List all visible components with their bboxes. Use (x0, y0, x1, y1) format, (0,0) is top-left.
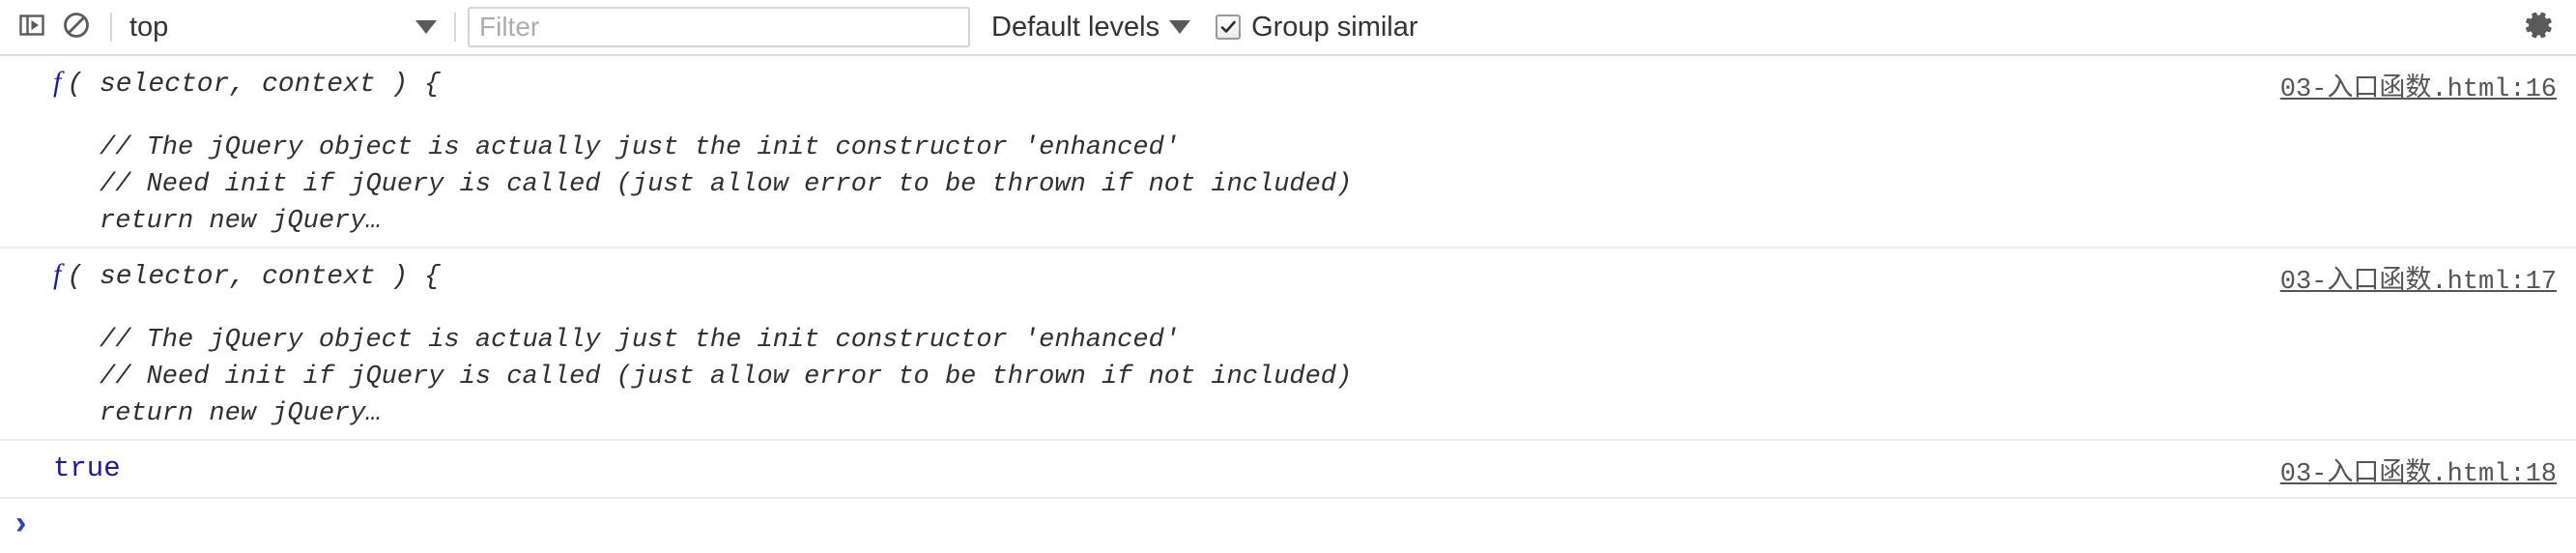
console-log-entry[interactable]: true 03-入口函数.html:18 (0, 441, 2576, 499)
log-level-label: Default levels (991, 11, 1160, 43)
toolbar-divider-1 (110, 13, 112, 42)
group-similar-toggle[interactable]: Group similar (1216, 8, 1418, 46)
function-signature: ( selector, context ) { (67, 262, 441, 292)
group-similar-checkbox[interactable] (1216, 15, 1242, 40)
body-spacer (100, 297, 2576, 322)
source-link[interactable]: 03-入口函数.html:17 (2280, 258, 2557, 297)
toolbar-divider-2 (454, 13, 456, 42)
chevron-down-icon (1169, 20, 1191, 34)
function-marker: f (53, 258, 62, 290)
console-log-entry[interactable]: f( selector, context ) { // The jQuery o… (0, 56, 2576, 248)
function-body-line: return new jQuery… (100, 399, 382, 428)
console-toolbar: top Default levels Group similar (0, 0, 2576, 56)
body-spacer (100, 104, 2576, 130)
checkmark-icon (1220, 20, 1236, 33)
prompt-chevron-icon: › (15, 505, 27, 541)
gear-icon (2523, 9, 2556, 46)
function-marker: f (53, 66, 62, 98)
execution-context-label: top (129, 11, 169, 43)
clear-console-icon (62, 11, 91, 44)
source-link[interactable]: 03-入口函数.html:18 (2280, 451, 2557, 489)
group-similar-label: Group similar (1251, 11, 1418, 43)
console-sidebar-toggle-button[interactable] (10, 5, 54, 49)
log-level-selector[interactable]: Default levels (991, 8, 1191, 46)
console-prompt-row[interactable]: › (0, 499, 2576, 553)
function-body-line: // The jQuery object is actually just th… (100, 133, 1180, 162)
clear-console-button[interactable] (54, 5, 99, 49)
console-settings-button[interactable] (2518, 6, 2561, 48)
console-sidebar-icon (18, 12, 45, 44)
console-function-preview[interactable]: f( selector, context ) { (0, 63, 2576, 104)
function-body: // The jQuery object is actually just th… (0, 104, 2576, 240)
source-link[interactable]: 03-入口函数.html:16 (2280, 66, 2557, 104)
console-boolean-value: true (53, 452, 121, 484)
function-body-line: // Need init if jQuery is called (just a… (100, 170, 1353, 199)
console-function-preview[interactable]: f( selector, context ) { (0, 255, 2576, 297)
function-body: // The jQuery object is actually just th… (0, 297, 2576, 432)
execution-context-selector[interactable]: top (124, 8, 443, 46)
function-signature: ( selector, context ) { (67, 70, 441, 100)
console-log-area: f( selector, context ) { // The jQuery o… (0, 56, 2576, 553)
function-body-line: return new jQuery… (100, 207, 382, 236)
function-body-line: // The jQuery object is actually just th… (100, 326, 1180, 355)
filter-input[interactable] (468, 7, 970, 47)
chevron-down-icon (415, 20, 437, 34)
console-log-entry[interactable]: f( selector, context ) { // The jQuery o… (0, 248, 2576, 441)
function-body-line: // Need init if jQuery is called (just a… (100, 363, 1353, 392)
console-prompt-input[interactable] (26, 507, 2576, 545)
